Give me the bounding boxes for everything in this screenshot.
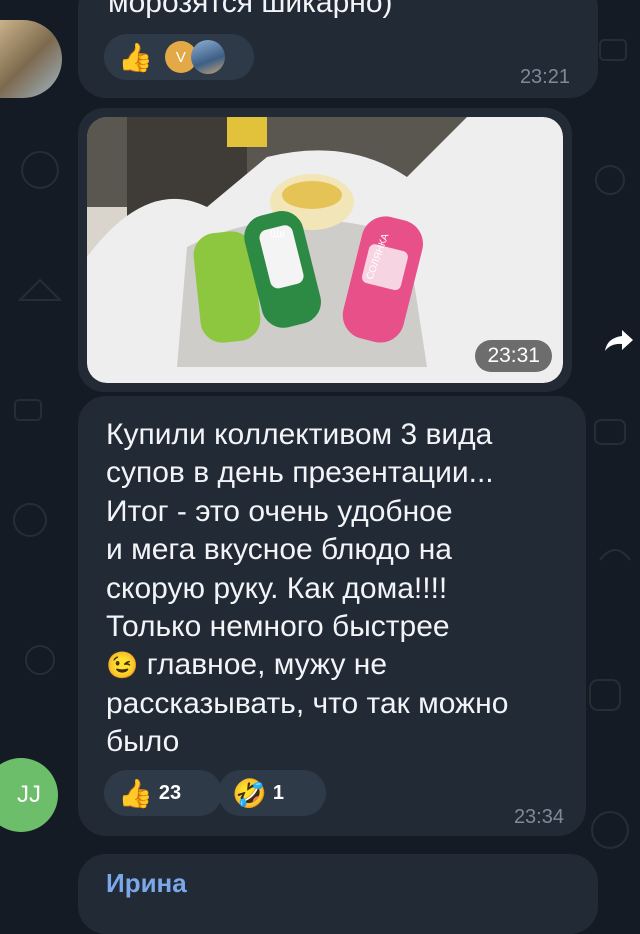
reaction-count: 23	[158, 781, 182, 804]
message-line-8: рассказывать, что так можно	[106, 686, 509, 720]
photo-time: 23:31	[487, 344, 540, 367]
message-line-5: скорую руку. Как дома!!!!	[106, 571, 448, 605]
message-text-partial: морозятся шикарно)	[108, 0, 393, 19]
wink-emoji-icon: 😉	[106, 650, 139, 681]
message-line-2: супов в день презентации...	[106, 456, 494, 490]
thumbs-up-icon: 👍	[118, 41, 153, 73]
message-line-9: было	[106, 725, 180, 759]
message-line-6: Только немного быстрее	[106, 610, 450, 644]
thumbs-up-icon: 👍	[118, 777, 153, 809]
message-bubble-4[interactable]: Ирина	[78, 854, 598, 934]
message-time-3: 23:34	[513, 806, 564, 828]
message-bubble-1[interactable]: морозятся шикарно) 👍 V 23:21	[78, 0, 598, 98]
message-time-1: 23:21	[519, 66, 570, 88]
avatar-initials: JJ	[17, 781, 41, 808]
photo-time-badge: 23:31	[475, 340, 552, 372]
reaction-avatar-photo	[190, 40, 225, 74]
message-line-1: Купили коллективом 3 вида	[106, 418, 493, 451]
rofl-emoji-icon: 🤣	[232, 777, 267, 809]
message-line-7-text: главное, мужу не	[146, 648, 388, 682]
reaction-count: 1	[272, 781, 284, 804]
reaction-rofl[interactable]: 🤣 1	[218, 770, 326, 816]
photo-label-shchi: Щи	[270, 229, 285, 240]
message-bubble-3[interactable]: Купили коллективом 3 вида супов в день п…	[78, 396, 586, 836]
message-line-3: Итог - это очень удобное	[106, 494, 453, 528]
photo-message[interactable]: СОЛЯНКА Щи 23:31	[78, 108, 572, 392]
message-line-7: 😉 главное, мужу не	[106, 646, 508, 684]
reaction-thumbs-up[interactable]: 👍 V	[104, 34, 254, 80]
message-text: Купили коллективом 3 вида супов в день п…	[106, 416, 508, 762]
forward-button[interactable]	[602, 324, 636, 358]
reaction-thumbs-up[interactable]: 👍 23	[104, 770, 222, 816]
forward-arrow-icon	[605, 330, 633, 351]
message-line-4: и мега вкусное блюдо на	[106, 533, 452, 567]
